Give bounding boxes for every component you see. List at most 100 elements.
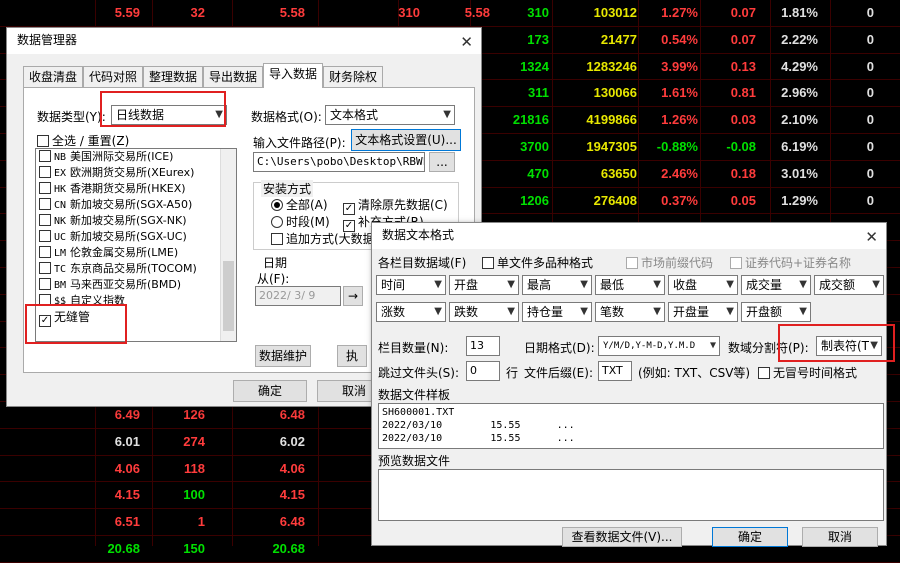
file-ext-field[interactable]: TXT	[598, 361, 632, 381]
list-item[interactable]: HK 香港期货交易所(HKEX)	[36, 181, 236, 197]
list-item[interactable]: NB 美国洲际交易所(ICE)	[36, 149, 236, 165]
tab-0[interactable]: 收盘清盘	[23, 66, 84, 87]
column-select[interactable]: 开盘额 ▼	[741, 302, 811, 322]
list-item[interactable]: TC 东京商品交易所(TOCOM)	[36, 261, 236, 277]
data-maintain-button[interactable]: 数据维护	[255, 345, 311, 367]
exchange-name: 新加坡交易所(SGX-NK)	[70, 214, 187, 227]
table-cell: 4.15	[114, 487, 140, 503]
select-all-checkbox[interactable]: 全选 / 重置(Z)	[37, 132, 129, 149]
chevron-down-icon: ▼	[434, 306, 442, 317]
data-manager-titlebar: 数据管理器 ✕	[7, 28, 481, 54]
column-select[interactable]: 最高 ▼	[522, 275, 592, 295]
view-data-file-button[interactable]: 查看数据文件(V)...	[562, 527, 682, 547]
code-name-checkbox[interactable]: 证券代码+证券名称	[730, 254, 851, 271]
checkbox[interactable]	[39, 182, 51, 194]
fields-label: 各栏目数据域(F)	[378, 256, 467, 270]
tab-3[interactable]: 导出数据	[203, 66, 264, 87]
list-item[interactable]: NK 新加坡交易所(SGX-NK)	[36, 213, 236, 229]
checkbox[interactable]	[39, 198, 51, 210]
tab-4[interactable]: 导入数据	[263, 63, 324, 88]
table-cell: 5.59	[114, 5, 140, 20]
column-select[interactable]: 开盘量 ▼	[668, 302, 738, 322]
exchange-code: NK	[54, 216, 67, 227]
table-cell: 0.81	[730, 85, 756, 101]
list-item[interactable]: EX 欧洲期货交易所(XEurex)	[36, 165, 236, 181]
column-select[interactable]: 跌数 ▼	[449, 302, 519, 322]
append-mode-checkbox[interactable]: 追加方式(大数据	[271, 230, 375, 247]
from-date-field[interactable]: 2022/ 3/ 9	[255, 286, 341, 306]
mode-all-radio[interactable]: 全部(A)	[271, 196, 328, 213]
exchange-code: LM	[54, 248, 67, 259]
list-item[interactable]: UC 新加坡交易所(SGX-UC)	[36, 229, 236, 245]
column-select[interactable]: 成交额 ▼	[814, 275, 884, 295]
data-format-select[interactable]: 文本格式 ▼	[325, 105, 455, 125]
ok-button[interactable]: 确定	[233, 380, 307, 402]
list-item[interactable]: CN 新加坡交易所(SGX-A50)	[36, 197, 236, 213]
tab-1[interactable]: 代码对照	[83, 66, 144, 87]
exchange-name: 欧洲期货交易所(XEurex)	[70, 166, 195, 179]
chevron-down-icon: ▼	[507, 306, 515, 317]
cancel-button[interactable]: 取消	[802, 527, 878, 547]
mode-period-radio[interactable]: 时段(M)	[271, 213, 330, 230]
checkbox[interactable]	[39, 214, 51, 226]
column-select[interactable]: 开盘 ▼	[449, 275, 519, 295]
file-ext-label: 文件后缀(E):	[524, 366, 593, 380]
date-format-select[interactable]: Y/M/D,Y-M-D,Y.M.D ▼	[598, 336, 720, 356]
column-select[interactable]: 涨数 ▼	[376, 302, 446, 322]
close-icon[interactable]: ✕	[460, 30, 473, 54]
checkbox[interactable]	[39, 246, 51, 258]
exchange-name: 香港期货交易所(HKEX)	[70, 182, 186, 195]
exchange-code: BM	[54, 280, 67, 291]
single-file-multi-checkbox[interactable]: 单文件多品种格式	[482, 254, 593, 271]
table-cell: 3700	[520, 139, 549, 154]
table-cell: 1	[197, 514, 205, 530]
ok-button[interactable]: 确定	[712, 527, 788, 547]
exchange-code: EX	[54, 168, 67, 179]
checkbox[interactable]	[39, 278, 51, 290]
chevron-down-icon: ▼	[434, 279, 442, 290]
exchange-name: 伦敦金属交易所(LME)	[70, 246, 179, 259]
skip-header-unit: 行	[506, 366, 519, 380]
column-select[interactable]: 笔数 ▼	[595, 302, 665, 322]
table-cell: 6.51	[114, 514, 140, 530]
tab-2[interactable]: 整理数据	[143, 66, 204, 87]
date-picker-icon[interactable]: →	[343, 286, 363, 306]
column-select[interactable]: 收盘 ▼	[668, 275, 738, 295]
table-cell: 103012	[593, 5, 637, 20]
close-icon[interactable]: ✕	[865, 225, 878, 249]
checkbox[interactable]	[39, 166, 51, 178]
skip-header-field[interactable]: 0	[466, 361, 500, 381]
table-cell: 1324	[520, 58, 549, 74]
table-row[interactable]: 5.59 32 5.58 310 5.58 310 103012 1.27% 0.07 1.81%…	[0, 0, 900, 27]
column-select[interactable]: 时间 ▼	[376, 275, 446, 295]
checkbox[interactable]	[39, 150, 51, 162]
input-path-field[interactable]: C:\Users\pobo\Desktop\RBWFG\	[253, 152, 425, 172]
preview-box	[378, 469, 884, 521]
column-select[interactable]: 最低 ▼	[595, 275, 665, 295]
list-item[interactable]: LM 伦敦金属交易所(LME)	[36, 245, 236, 261]
browse-button[interactable]: ...	[429, 152, 455, 172]
exchange-name: 马来西亚交易所(BMD)	[70, 278, 182, 291]
column-select[interactable]: 成交量 ▼	[741, 275, 811, 295]
table-cell: 0	[866, 58, 874, 74]
table-cell: 130066	[593, 85, 637, 101]
execute-button[interactable]: 执	[337, 345, 367, 367]
table-cell: 0.05	[730, 192, 756, 208]
market-prefix-checkbox[interactable]: 市场前缀代码	[626, 254, 713, 271]
table-cell: 0	[866, 5, 874, 20]
checkbox[interactable]	[39, 230, 51, 242]
table-cell: 310	[527, 5, 549, 20]
tab-5[interactable]: 财务除权	[323, 66, 384, 87]
column-select[interactable]: 持仓量 ▼	[522, 302, 592, 322]
checkbox[interactable]	[39, 262, 51, 274]
list-item[interactable]: BM 马来西亚交易所(BMD)	[36, 277, 236, 293]
table-cell: 4.06	[279, 460, 305, 476]
no-colon-time-checkbox[interactable]: 无冒号时间格式	[758, 364, 857, 381]
table-cell: 0	[866, 165, 874, 181]
scrollbar[interactable]	[220, 149, 236, 341]
scroll-thumb[interactable]	[223, 261, 234, 331]
column-count-field[interactable]: 13	[466, 336, 500, 356]
table-cell: 1283246	[586, 58, 637, 74]
chevron-down-icon: ▼	[799, 279, 807, 290]
text-format-settings-button[interactable]: 文本格式设置(U)...	[351, 129, 461, 151]
